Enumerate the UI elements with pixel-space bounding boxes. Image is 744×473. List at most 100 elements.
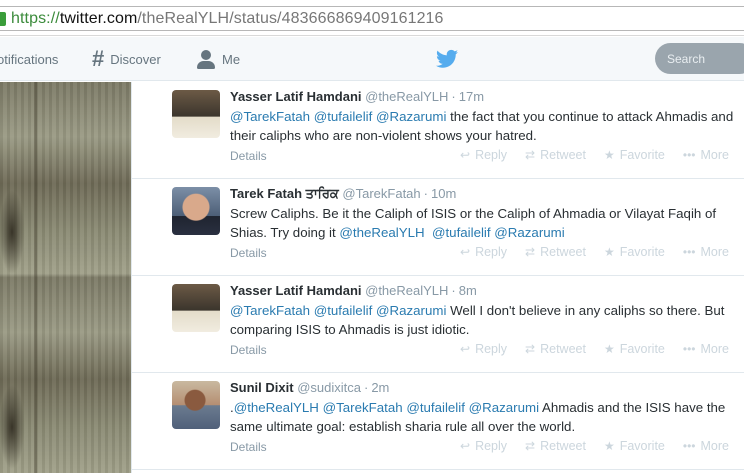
- url-scheme: https://: [11, 10, 60, 27]
- favorite-button[interactable]: ★ Favorite: [604, 245, 665, 259]
- mention-link[interactable]: @TarekFatah: [230, 303, 310, 318]
- star-icon: ★: [603, 342, 615, 356]
- twitter-bird-icon[interactable]: [436, 49, 458, 69]
- favorite-button[interactable]: ★ Favorite: [604, 439, 665, 453]
- tweet-author-name[interactable]: Yasser Latif Hamdani: [230, 283, 362, 298]
- details-link[interactable]: Details: [230, 246, 267, 260]
- avatar[interactable]: [172, 381, 220, 429]
- tweet-author-handle[interactable]: @sudixitca: [297, 380, 361, 395]
- tweet-author-handle[interactable]: @TarekFatah: [342, 186, 420, 201]
- mention-link[interactable]: @tufailelif: [432, 225, 491, 240]
- mention-link[interactable]: @Razarumi: [376, 109, 446, 124]
- tweet-timestamp[interactable]: 2m: [371, 380, 389, 395]
- ellipsis-icon: •••: [682, 245, 696, 259]
- mention-link[interactable]: @TarekFatah: [323, 400, 403, 415]
- mention-link[interactable]: @TarekFatah: [230, 109, 310, 124]
- tweet-author-handle[interactable]: @theRealYLH: [365, 283, 448, 298]
- nav-me-label: Me: [222, 51, 241, 67]
- tweet-item[interactable]: Yasser Latif Hamdani @theRealYLH · 17m @Ta…: [132, 82, 744, 179]
- reply-label: Reply: [475, 439, 508, 453]
- reply-icon: ↩: [460, 245, 471, 259]
- ellipsis-icon: •••: [682, 148, 696, 162]
- nav-discover-label: Discover: [110, 51, 161, 67]
- reply-button[interactable]: ↩ Reply: [460, 342, 507, 356]
- more-button[interactable]: ••• More: [683, 342, 729, 356]
- retweet-icon: ⇄: [525, 148, 536, 162]
- favorite-button[interactable]: ★ Favorite: [604, 342, 665, 356]
- tweet-author-name[interactable]: Yasser Latif Hamdani: [230, 89, 362, 104]
- mention-link[interactable]: @theRealYLH: [339, 225, 424, 240]
- avatar[interactable]: [172, 284, 220, 332]
- tweet-actions: ↩ Reply ⇄ Retweet ★ Favorite ••• More: [460, 439, 729, 453]
- tweet-timeline: Yasser Latif Hamdani @theRealYLH · 17m @Ta…: [131, 82, 744, 473]
- tweet-actions: ↩ Reply ⇄ Retweet ★ Favorite ••• More: [460, 342, 729, 356]
- retweet-label: Retweet: [540, 439, 586, 453]
- retweet-button[interactable]: ⇄ Retweet: [525, 245, 586, 259]
- retweet-label: Retweet: [540, 245, 586, 259]
- search-input[interactable]: Search: [655, 43, 744, 74]
- nav-notifications[interactable]: otifications: [0, 37, 58, 81]
- url-host: twitter.com: [59, 10, 138, 27]
- more-button[interactable]: ••• More: [683, 439, 729, 453]
- ellipsis-icon: •••: [682, 342, 696, 356]
- favorite-label: Favorite: [619, 245, 665, 259]
- details-link[interactable]: Details: [230, 343, 267, 357]
- star-icon: ★: [603, 148, 615, 162]
- more-label: More: [700, 342, 729, 356]
- avatar[interactable]: [172, 187, 220, 235]
- tweet-timestamp[interactable]: 10m: [431, 186, 456, 201]
- star-icon: ★: [603, 439, 615, 453]
- retweet-button[interactable]: ⇄ Retweet: [525, 342, 586, 356]
- tweet-text: @TarekFatah @tufailelif @Razarumi Well I…: [230, 301, 742, 339]
- hash-icon: #: [92, 46, 105, 71]
- tweet-actions: ↩ Reply ⇄ Retweet ★ Favorite ••• More: [460, 245, 729, 259]
- url-field[interactable]: https://twitter.com/theRealYLH/status/48…: [0, 6, 744, 31]
- tweet-item[interactable]: Yasser Latif Hamdani @theRealYLH · 8m @Tar…: [132, 276, 744, 373]
- tweet-item[interactable]: Sunil Dixit @sudixitca · 2m .@theRealYLH @…: [132, 373, 744, 470]
- retweet-label: Retweet: [540, 148, 586, 162]
- nav-discover[interactable]: # Discover: [92, 37, 161, 81]
- star-icon: ★: [603, 245, 615, 259]
- mention-link[interactable]: @Razarumi: [376, 303, 446, 318]
- tweet-timestamp[interactable]: 17m: [459, 89, 484, 104]
- tweet-author-name[interactable]: Sunil Dixit: [230, 380, 294, 395]
- more-button[interactable]: ••• More: [683, 148, 729, 162]
- retweet-button[interactable]: ⇄ Retweet: [525, 439, 586, 453]
- nav-me[interactable]: Me: [196, 37, 240, 81]
- mention-link[interactable]: @Razarumi: [494, 225, 564, 240]
- tweet-timestamp[interactable]: 8m: [459, 283, 477, 298]
- tweet-text: Screw Caliphs. Be it the Caliph of ISIS …: [230, 204, 742, 242]
- retweet-label: Retweet: [540, 342, 586, 356]
- person-icon: [196, 48, 216, 70]
- profile-background-image: [0, 82, 131, 473]
- tweet-text-segment: [425, 225, 432, 240]
- tweet-header: Yasser Latif Hamdani @theRealYLH · 8m: [230, 283, 477, 298]
- retweet-icon: ⇄: [525, 342, 536, 356]
- tweet-author-handle[interactable]: @theRealYLH: [365, 89, 448, 104]
- retweet-icon: ⇄: [525, 245, 536, 259]
- mention-link[interactable]: @Razarumi: [469, 400, 539, 415]
- top-navigation-bar: otifications # Discover Me Search: [0, 37, 744, 81]
- mention-link[interactable]: @theRealYLH: [234, 400, 319, 415]
- avatar[interactable]: [172, 90, 220, 138]
- tweet-item[interactable]: Tarek Fatah ਤਾਰਿਕ @TarekFatah · 10m Screw …: [132, 179, 744, 276]
- reply-button[interactable]: ↩ Reply: [460, 148, 507, 162]
- tweet-text: @TarekFatah @tufailelif @Razarumi the fa…: [230, 107, 742, 145]
- more-button[interactable]: ••• More: [683, 245, 729, 259]
- reply-icon: ↩: [460, 342, 471, 356]
- retweet-button[interactable]: ⇄ Retweet: [525, 148, 586, 162]
- url-text[interactable]: https://twitter.com/theRealYLH/status/48…: [11, 10, 444, 28]
- reply-label: Reply: [475, 148, 508, 162]
- tweet-author-name[interactable]: Tarek Fatah ਤਾਰਿਕ: [230, 186, 339, 201]
- reply-button[interactable]: ↩ Reply: [460, 439, 507, 453]
- mention-link[interactable]: @tufailelif: [314, 303, 373, 318]
- details-link[interactable]: Details: [230, 149, 267, 163]
- browser-address-bar: https://twitter.com/theRealYLH/status/48…: [0, 0, 744, 36]
- mention-link[interactable]: @tufailelif: [406, 400, 465, 415]
- details-link[interactable]: Details: [230, 440, 267, 454]
- ellipsis-icon: •••: [682, 439, 696, 453]
- favorite-button[interactable]: ★ Favorite: [604, 148, 665, 162]
- reply-button[interactable]: ↩ Reply: [460, 245, 507, 259]
- retweet-icon: ⇄: [525, 439, 536, 453]
- mention-link[interactable]: @tufailelif: [314, 109, 373, 124]
